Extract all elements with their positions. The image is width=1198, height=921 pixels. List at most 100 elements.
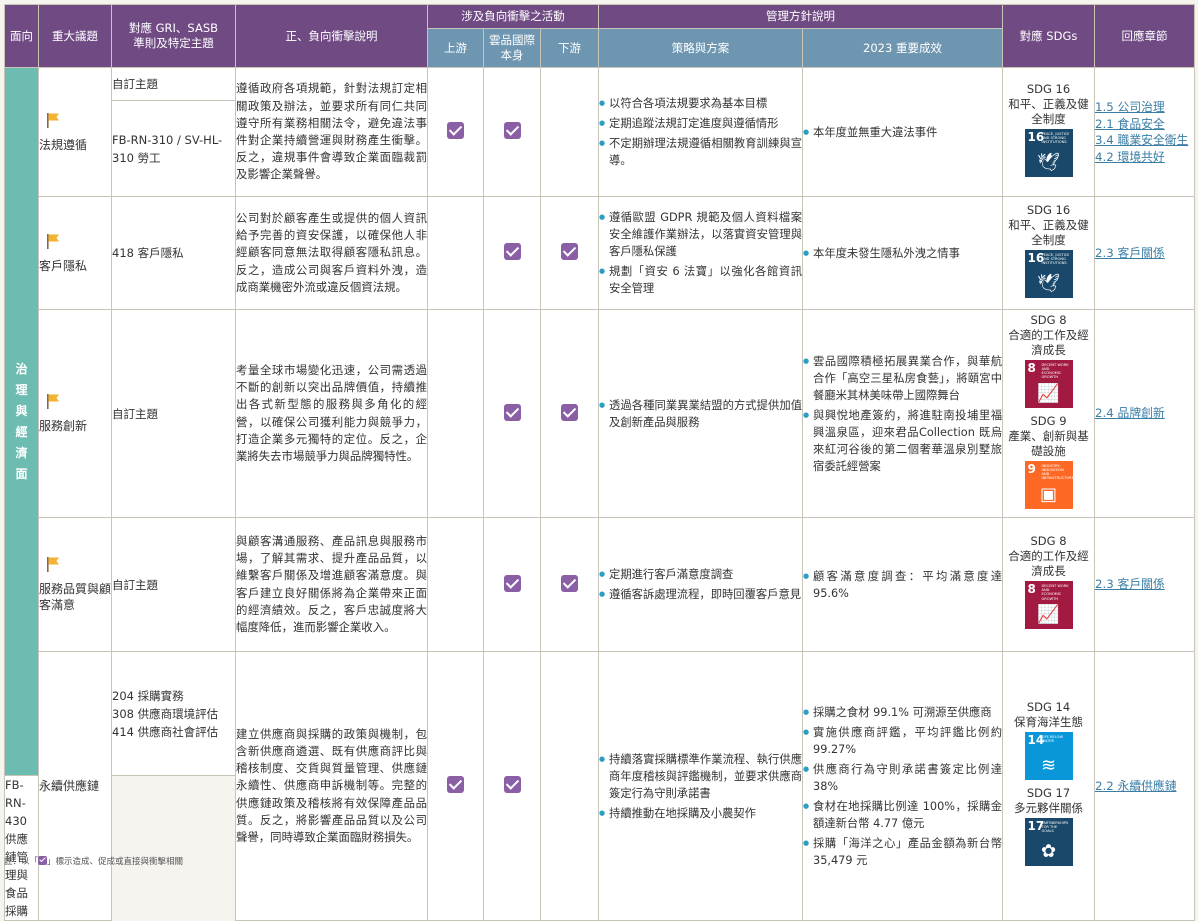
topic-row: 永續供應鏈 204 採購實務 308 供應商環境評估 414 供應商社會評估 建立供… bbox=[5, 651, 1196, 921]
standard-text: 自訂主題 bbox=[112, 406, 158, 421]
check-icon bbox=[38, 856, 48, 865]
strategy-item: 遵循歐盟 GDPR 規範及個人資料檔案安全維護作業辦法，以落實資安管理與客戶隱私… bbox=[599, 209, 802, 260]
standard-cell: 自訂主題 bbox=[111, 309, 236, 518]
topic-cell: 法規遵循 bbox=[38, 67, 112, 197]
flag-icon bbox=[47, 394, 59, 409]
result-item: 本年度未發生隱私外洩之情事 bbox=[803, 245, 1002, 262]
self-cell bbox=[483, 517, 541, 652]
downstream-cell bbox=[539, 67, 600, 197]
sdg-subtitle: 多元夥伴關係 bbox=[1014, 801, 1084, 815]
header-aspect: 面向 bbox=[4, 4, 39, 68]
strategy-item: 透過各種同業異業結盟的方式提供加值及創新產品與服務 bbox=[599, 397, 802, 431]
chapter-link[interactable]: 2.4 品牌創新 bbox=[1095, 405, 1194, 422]
chapter-link[interactable]: 2.3 客戶關係 bbox=[1095, 576, 1194, 593]
sdg-8-icon: 8 DECENT WORK AND ECONOMIC GROWTH 📈 bbox=[1024, 581, 1073, 629]
strategy-item: 持續落實採購標準作業流程、執行供應商年度稽核與評鑑機制，並要求供應商簽定行為守則… bbox=[599, 751, 802, 802]
chapter-link[interactable]: 2.3 客戶關係 bbox=[1095, 245, 1194, 262]
footnote-suffix: 」標示造成、促成或直接與衝擊相關 bbox=[47, 857, 184, 867]
chapter-link[interactable]: 4.2 環境共好 bbox=[1095, 149, 1194, 166]
sdg-16-icon: 16 PEACE, JUSTICE AND STRONG INSTITUTIONS… bbox=[1024, 128, 1073, 177]
standard-text: 自訂主題 bbox=[112, 77, 158, 91]
dove-gavel-icon: 🕊 bbox=[1037, 151, 1060, 173]
result-item: 顧客滿意度調查：平均滿意度達95.6% bbox=[803, 568, 1002, 602]
topic-cell: 服務創新 bbox=[38, 309, 112, 518]
header-management: 管理方針說明 bbox=[598, 4, 1004, 29]
header-topic: 重大議題 bbox=[38, 4, 112, 68]
impact-text: 建立供應商與採購的政策與機制，包含新供應商遴選、既有供應商評比與稽核制度、交貨與… bbox=[236, 726, 427, 844]
header-standard: 對應 GRI、SASB 準則及特定主題 bbox=[111, 4, 236, 68]
header-results: 2023 重要成效 bbox=[802, 28, 1004, 68]
sdg-number: 8 bbox=[1027, 360, 1036, 375]
results-cell: 雲品國際積極拓展異業合作，與華航合作「高空三星私房食藝」，將頤宮中餐廳米其林美味… bbox=[802, 309, 1004, 518]
upstream-cell bbox=[427, 309, 484, 518]
self-cell bbox=[483, 196, 541, 310]
results-cell: 採購之食材 99.1% 可溯源至供應商實施供應商評鑑，平均評鑑比例約 99.27… bbox=[802, 651, 1004, 921]
downstream-cell bbox=[539, 651, 600, 921]
standard-cell: 204 採購實務 308 供應商環境評估 414 供應商社會評估 bbox=[111, 651, 236, 776]
topic-name: 法規遵循 bbox=[39, 137, 88, 152]
topic-cell: 永續供應鏈 bbox=[38, 651, 112, 921]
standard-cell: 418 客戶隱私 bbox=[111, 196, 236, 310]
downstream-cell bbox=[539, 517, 600, 652]
check-icon bbox=[503, 122, 521, 139]
footnote: 註：以「 」標示造成、促成或直接與衝擊相關 bbox=[4, 855, 183, 867]
header-upstream: 上游 bbox=[427, 28, 484, 68]
chapter-link[interactable]: 2.2 永續供應鏈 bbox=[1095, 778, 1194, 795]
sdg-title: SDG 9 bbox=[1030, 413, 1067, 428]
header-self: 雲品國際 本身 bbox=[483, 28, 541, 68]
check-icon bbox=[503, 403, 521, 421]
sdg-caption: DECENT WORK AND ECONOMIC GROWTH bbox=[1041, 362, 1069, 380]
upstream-cell bbox=[427, 517, 484, 652]
result-item: 與興悅地產簽約，將進駐南投埔里福興溫泉區，迎來君品Collection 既烏來紅… bbox=[803, 407, 1002, 475]
chapter-cell: 2.2 永續供應鏈 bbox=[1094, 651, 1196, 921]
impact-cell: 公司對於顧客產生或提供的個人資訊給予完善的資安保護，以確保他人非經顧客同意無法取… bbox=[235, 196, 428, 310]
strategy-cell: 以符合各項法規要求為基本目標定期追蹤法規訂定進度與遵循情形不定期辦理法規遵循相關… bbox=[598, 67, 804, 197]
cubes-icon: ▣ bbox=[1040, 483, 1058, 505]
strategy-item: 以符合各項法規要求為基本目標 bbox=[599, 95, 802, 112]
sdg-title: SDG 16 bbox=[1026, 202, 1071, 217]
topic-name: 服務品質與顧客滿意 bbox=[39, 582, 112, 612]
chapter-cell: 2.3 客戶關係 bbox=[1094, 517, 1196, 652]
result-item: 實施供應商評鑑，平均評鑑比例約 99.27% bbox=[803, 724, 1002, 758]
sdg-17-icon: 17 PARTNERSHIPS FOR THE GOALS ✿ bbox=[1024, 818, 1073, 866]
impact-cell: 與顧客溝通服務、產品訊息與服務市場，了解其需求、提升產品品質，以維繫客戶關係及增… bbox=[235, 517, 428, 652]
check-icon bbox=[561, 574, 578, 592]
chapter-cell: 1.5 公司治理 2.1 食品安全 3.4 職業安全衛生 4.2 環境共好 bbox=[1094, 67, 1196, 197]
sdg-caption: LIFE BELOW WATER bbox=[1041, 735, 1064, 744]
impact-cell: 考量全球市場變化迅速，公司需透過不斷的創新以突出品牌價值，持續推出各式新型態的服… bbox=[235, 309, 428, 518]
sdg-title: SDG 16 bbox=[1026, 81, 1071, 96]
chapter-link[interactable]: 1.5 公司治理 bbox=[1095, 99, 1194, 116]
strategy-item: 定期進行客戶滿意度調查 bbox=[599, 566, 802, 583]
result-item: 採購之食材 99.1% 可溯源至供應商 bbox=[803, 704, 1002, 721]
impact-text: 遵循政府各項規範，針對法規訂定相關政策及辦法，並要求所有同仁共同遵守所有業務相關… bbox=[236, 81, 427, 182]
strategy-cell: 定期進行客戶滿意度調查遵循客訴處理流程，即時回覆客戶意見 bbox=[598, 517, 804, 652]
impact-text: 與顧客溝通服務、產品訊息與服務市場，了解其需求、提升產品品質，以維繫客戶關係及增… bbox=[236, 533, 427, 634]
strategy-item: 規劃「資安 6 法寶」以強化各館資訊安全管理 bbox=[599, 263, 802, 297]
result-item: 本年度並無重大違法事件 bbox=[803, 124, 1002, 141]
strategy-cell: 透過各種同業異業結盟的方式提供加值及創新產品與服務 bbox=[598, 309, 804, 518]
sdg-number: 8 bbox=[1027, 582, 1036, 596]
sdg-cell: SDG 8 合適的工作及經濟成長 8 DECENT WORK AND ECONOMIC… bbox=[1002, 517, 1096, 652]
sdg-subtitle: 合適的工作及經濟成長 bbox=[1008, 549, 1089, 578]
impact-cell: 遵循政府各項規範，針對法規訂定相關政策及辦法，並要求所有同仁共同遵守所有業務相關… bbox=[235, 67, 428, 197]
strategy-item: 定期追蹤法規訂定進度與遵循情形 bbox=[599, 115, 802, 132]
standard-cell: FB-RN-430 供應鏈管理與食品採購 bbox=[4, 775, 39, 921]
aspect-cell: 治理與經濟面 bbox=[4, 67, 39, 776]
result-item: 食材在地採購比例達 100%，採購金額達新台幣 4.77 億元 bbox=[803, 798, 1002, 832]
material-topics-table: 面向 重大議題 對應 GRI、SASB 準則及特定主題 正、負向衝擊說明 涉及負… bbox=[4, 4, 1196, 921]
topic-row: 服務品質與顧客滿意 自訂主題 與顧客溝通服務、產品訊息與服務市場，了解其需求、提升產… bbox=[5, 517, 1196, 652]
results-cell: 顧客滿意度調查：平均滿意度達95.6% bbox=[802, 517, 1004, 652]
impact-text: 考量全球市場變化迅速，公司需透過不斷的創新以突出品牌價值，持續推出各式新型態的服… bbox=[236, 362, 427, 463]
header-chapter: 回應章節 bbox=[1094, 4, 1196, 68]
header-strategy: 策略與方案 bbox=[598, 28, 804, 68]
sdg-title: SDG 8 bbox=[1030, 312, 1067, 327]
sdg-cell: SDG 14 保育海洋生態 14 LIFE BELOW WATER ≋ SDG 17 多元夥… bbox=[1002, 651, 1096, 921]
fish-waves-icon: ≋ bbox=[1040, 755, 1057, 776]
chapter-link[interactable]: 2.1 食品安全 bbox=[1095, 116, 1194, 133]
sdg-title: SDG 17 bbox=[1026, 786, 1071, 800]
header-sdgs: 對應 SDGs bbox=[1002, 4, 1096, 68]
sdg-caption: DECENT WORK AND ECONOMIC GROWTH bbox=[1041, 584, 1069, 601]
sdg-subtitle: 保育海洋生態 bbox=[1014, 715, 1084, 729]
chapter-link[interactable]: 3.4 職業安全衛生 bbox=[1095, 132, 1194, 149]
sdg-subtitle: 合適的工作及經濟成長 bbox=[1008, 327, 1089, 357]
